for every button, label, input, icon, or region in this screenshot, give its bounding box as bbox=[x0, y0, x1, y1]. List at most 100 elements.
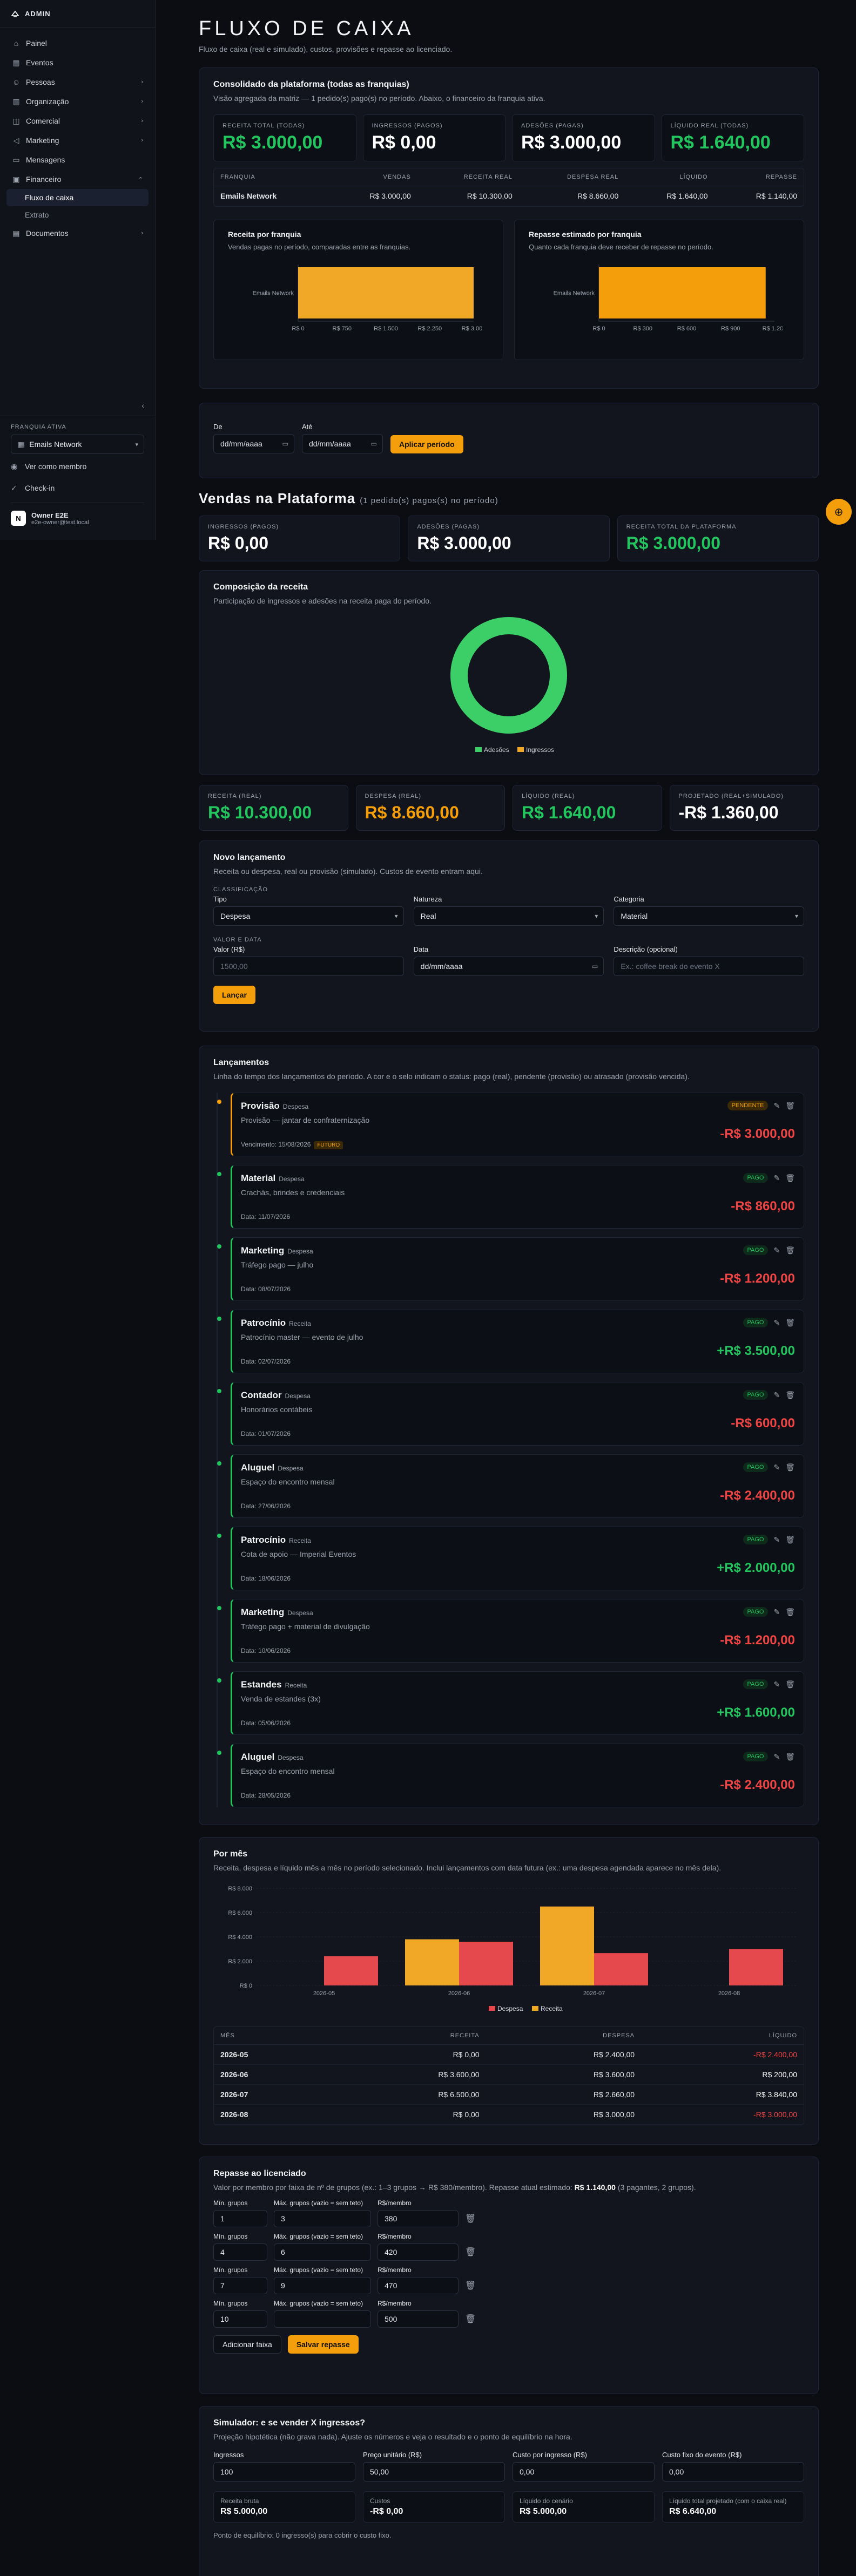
sim-input[interactable]: 0,00 bbox=[513, 2462, 655, 2482]
sidebar-link-label: Check-in bbox=[25, 484, 55, 492]
edit-icon[interactable]: ✎ bbox=[773, 1535, 780, 1544]
date-input[interactable]: dd/mm/aaaa ▭ bbox=[413, 957, 604, 976]
timeline-entry[interactable]: Contador Despesa Honorários contábeis Data:… bbox=[217, 1382, 804, 1446]
sidebar-subitem[interactable]: Fluxo de caixa bbox=[6, 189, 149, 206]
tier-min-input[interactable]: 4 bbox=[213, 2243, 267, 2261]
to-date-input[interactable]: dd/mm/aaaa ▭ bbox=[302, 434, 383, 453]
edit-icon[interactable]: ✎ bbox=[773, 1246, 780, 1255]
trash-icon[interactable]: 🗑 bbox=[785, 1101, 795, 1110]
monthly-title: Por mês bbox=[213, 1849, 248, 1859]
tier-value: 500 bbox=[385, 2315, 397, 2323]
collapse-sidebar-icon[interactable]: ‹ bbox=[141, 401, 144, 410]
trash-icon[interactable]: 🗑 bbox=[465, 2213, 476, 2224]
bar[interactable] bbox=[298, 267, 474, 318]
y-tick-label: R$ 8.000 bbox=[228, 1886, 252, 1892]
timeline-entry[interactable]: Marketing Despesa Tráfego pago + material … bbox=[217, 1599, 804, 1663]
sidebar-item-painel[interactable]: ⌂ Painel bbox=[6, 33, 149, 53]
floating-action-button[interactable]: ⊕ bbox=[826, 499, 852, 525]
bar[interactable] bbox=[459, 1942, 513, 1985]
tier-max-input[interactable]: 6 bbox=[274, 2243, 371, 2261]
sidebar-item-documentos[interactable]: ▤ Documentos › bbox=[6, 223, 149, 243]
table-cell: Emails Network bbox=[214, 186, 328, 206]
add-tier-button[interactable]: Adicionar faixa bbox=[213, 2335, 281, 2354]
value-input[interactable]: 1500,00 bbox=[213, 957, 404, 976]
timeline-entry[interactable]: Patrocínio Receita Patrocínio master — eve… bbox=[217, 1310, 804, 1373]
sidebar-subitem[interactable]: Extrato bbox=[6, 206, 149, 223]
trash-icon[interactable]: 🗑 bbox=[785, 1535, 795, 1544]
sidebar-item-mensagens[interactable]: ▭ Mensagens bbox=[6, 150, 149, 170]
trash-icon[interactable]: 🗑 bbox=[785, 1174, 795, 1183]
tier-rs-input[interactable]: 380 bbox=[378, 2210, 459, 2227]
timeline-entry[interactable]: Aluguel Despesa Espaço do encontro mensal D… bbox=[217, 1744, 804, 1807]
repasse-tier-row: Mín. grupos 1 Máx. grupos (vazio = sem tet… bbox=[213, 2199, 804, 2227]
timeline-entry[interactable]: Provisão Despesa Provisão — jantar de conf… bbox=[217, 1093, 804, 1156]
tier-min-input[interactable]: 10 bbox=[213, 2310, 267, 2328]
entry-amount: -R$ 2.400,00 bbox=[720, 1778, 795, 1792]
sidebar-link[interactable]: ✓ Check-in bbox=[11, 479, 144, 497]
edit-icon[interactable]: ✎ bbox=[773, 1608, 780, 1617]
apply-period-button[interactable]: Aplicar período bbox=[390, 435, 463, 453]
tier-max-input[interactable]: 3 bbox=[274, 2210, 371, 2227]
bar[interactable] bbox=[599, 267, 766, 318]
sidebar-item-pessoas[interactable]: ☺ Pessoas › bbox=[6, 72, 149, 92]
edit-icon[interactable]: ✎ bbox=[773, 1174, 780, 1183]
timeline-entry[interactable]: Material Despesa Crachás, brindes e creden… bbox=[217, 1165, 804, 1229]
sales-heading-text: Vendas na Plataforma bbox=[199, 490, 356, 506]
tier-max-input[interactable]: 9 bbox=[274, 2277, 371, 2294]
nature-select[interactable]: Real ▾ bbox=[413, 906, 604, 926]
submit-entry-button[interactable]: Lançar bbox=[213, 986, 255, 1004]
brand[interactable]: ADMIN bbox=[0, 0, 155, 28]
donut-slice[interactable] bbox=[450, 617, 567, 734]
franchise-select[interactable]: ▦ Emails Network ▾ bbox=[11, 435, 144, 454]
edit-icon[interactable]: ✎ bbox=[773, 1318, 780, 1327]
edit-icon[interactable]: ✎ bbox=[773, 1463, 780, 1472]
table-header: LÍQUIDO bbox=[641, 2027, 804, 2045]
sidebar-item-marketing[interactable]: ◁ Marketing › bbox=[6, 131, 149, 150]
trash-icon[interactable]: 🗑 bbox=[785, 1246, 795, 1255]
tier-min-input[interactable]: 7 bbox=[213, 2277, 267, 2294]
trash-icon[interactable]: 🗑 bbox=[785, 1463, 795, 1472]
edit-icon[interactable]: ✎ bbox=[773, 1101, 780, 1110]
save-repasse-button[interactable]: Salvar repasse bbox=[287, 2335, 359, 2354]
trash-icon[interactable]: 🗑 bbox=[785, 1752, 795, 1761]
trash-icon[interactable]: 🗑 bbox=[465, 2280, 476, 2291]
edit-icon[interactable]: ✎ bbox=[773, 1752, 780, 1761]
sidebar-item-label: Comercial bbox=[26, 117, 60, 125]
edit-icon[interactable]: ✎ bbox=[773, 1680, 780, 1689]
tier-rs-input[interactable]: 420 bbox=[378, 2243, 459, 2261]
trash-icon[interactable]: 🗑 bbox=[785, 1391, 795, 1400]
sidebar-item-eventos[interactable]: ▦ Eventos bbox=[6, 53, 149, 72]
tier-rs-input[interactable]: 470 bbox=[378, 2277, 459, 2294]
trash-icon[interactable]: 🗑 bbox=[785, 1318, 795, 1327]
trash-icon[interactable]: 🗑 bbox=[465, 2314, 476, 2324]
tier-min-input[interactable]: 1 bbox=[213, 2210, 267, 2227]
bar[interactable] bbox=[405, 1939, 459, 1986]
sim-input[interactable]: 50,00 bbox=[363, 2462, 505, 2482]
timeline-entry[interactable]: Patrocínio Receita Cota de apoio — Imperia… bbox=[217, 1527, 804, 1590]
user-card[interactable]: N Owner E2E e2e-owner@test.local bbox=[11, 503, 144, 526]
from-date-input[interactable]: dd/mm/aaaa ▭ bbox=[213, 434, 294, 453]
trash-icon[interactable]: 🗑 bbox=[465, 2247, 476, 2258]
sim-input[interactable]: 0,00 bbox=[662, 2462, 804, 2482]
timeline-entry[interactable]: Marketing Despesa Tráfego pago — julho Data… bbox=[217, 1237, 804, 1301]
edit-icon[interactable]: ✎ bbox=[773, 1391, 780, 1400]
sidebar-link[interactable]: ◉ Ver como membro bbox=[11, 457, 144, 476]
description-input[interactable]: Ex.: coffee break do evento X bbox=[614, 957, 804, 976]
timeline-entry[interactable]: Estandes Receita Venda de estandes (3x) Dat… bbox=[217, 1671, 804, 1735]
trash-icon[interactable]: 🗑 bbox=[785, 1608, 795, 1617]
trash-icon[interactable]: 🗑 bbox=[785, 1680, 795, 1689]
tier-rs-input[interactable]: 500 bbox=[378, 2310, 459, 2328]
sidebar-item-organizacao[interactable]: ▥ Organização › bbox=[6, 92, 149, 111]
type-select[interactable]: Despesa ▾ bbox=[213, 906, 404, 926]
bar[interactable] bbox=[729, 1949, 783, 1986]
timeline-entry[interactable]: Aluguel Despesa Espaço do encontro mensal D… bbox=[217, 1454, 804, 1518]
bar[interactable] bbox=[324, 1956, 378, 1985]
bar[interactable] bbox=[594, 1953, 648, 1985]
table-cell: 2026-08 bbox=[214, 2104, 331, 2125]
sidebar-item-comercial[interactable]: ◫ Comercial › bbox=[6, 111, 149, 131]
sidebar-item-financeiro[interactable]: ▣ Financeiro ⌃ bbox=[6, 170, 149, 189]
tier-max-input[interactable] bbox=[274, 2310, 371, 2328]
bar[interactable] bbox=[540, 1906, 594, 1985]
sim-input[interactable]: 100 bbox=[213, 2462, 355, 2482]
category-select[interactable]: Material ▾ bbox=[614, 906, 804, 926]
